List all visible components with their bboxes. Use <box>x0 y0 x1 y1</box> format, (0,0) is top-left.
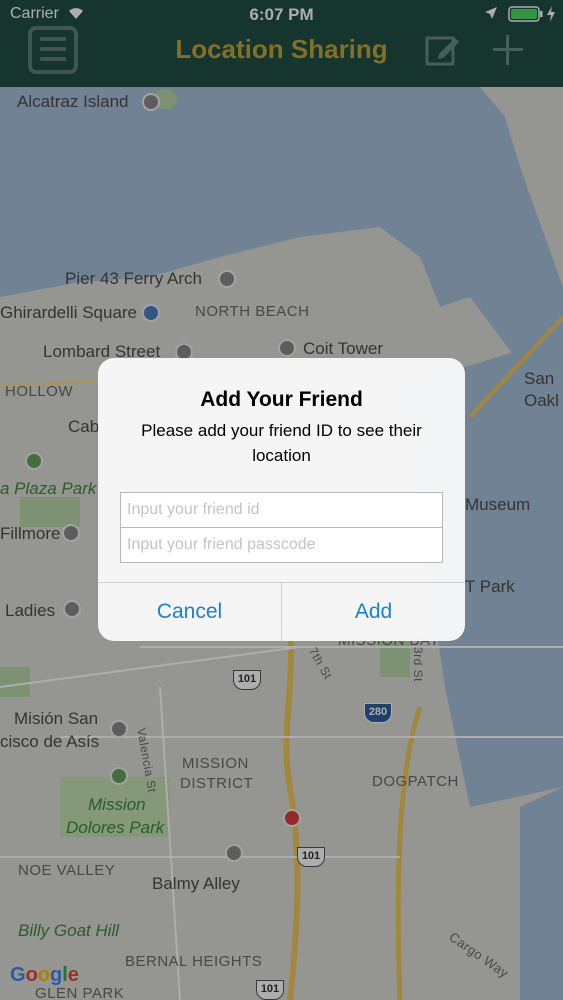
add-button[interactable]: Add <box>282 583 465 641</box>
cancel-button[interactable]: Cancel <box>98 583 281 641</box>
add-friend-dialog: Add Your Friend Please add your friend I… <box>98 358 465 641</box>
dialog-message: Please add your friend ID to see their l… <box>141 421 422 465</box>
friend-passcode-input[interactable] <box>120 527 443 563</box>
dialog-title: Add Your Friend <box>200 388 363 411</box>
friend-id-input[interactable] <box>120 492 443 528</box>
